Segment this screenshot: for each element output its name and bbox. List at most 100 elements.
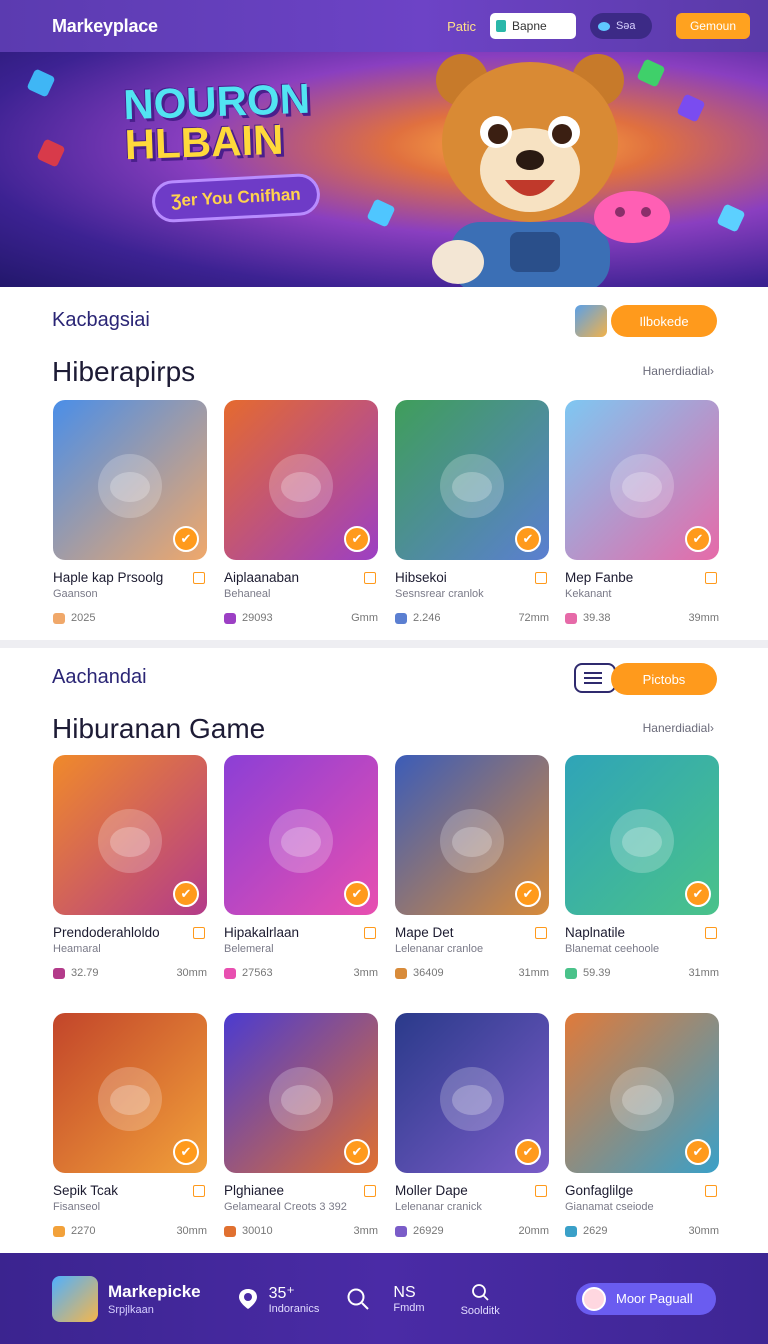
nav-item-text: Soolditk: [461, 1305, 500, 1317]
select-checkbox[interactable]: [364, 1184, 376, 1197]
heart-icon: [395, 1225, 407, 1237]
game-title[interactable]: Hibsekoi: [395, 570, 447, 585]
game-thumbnail[interactable]: ✔: [565, 400, 719, 560]
game-thumbnail[interactable]: ✔: [395, 1013, 549, 1173]
game-card[interactable]: ✔ Hibsekoi Sesnsrear cranlok 2.246 72mm: [395, 400, 549, 624]
game-card[interactable]: ✔ Plghianee Gelamearal Creots 3 392 3001…: [224, 1013, 378, 1237]
game-thumbnail[interactable]: ✔: [224, 755, 378, 915]
game-subtitle: Heamaral: [53, 943, 101, 955]
bottom-brand[interactable]: Markepicke Srpjlkaan: [108, 1282, 201, 1316]
game-title[interactable]: Mape Det: [395, 925, 454, 940]
game-thumbnail[interactable]: ✔: [565, 755, 719, 915]
nav-item-sooldi[interactable]: Soolditk: [461, 1281, 500, 1317]
decor-cube-icon: [366, 198, 396, 228]
game-title[interactable]: Prendoderahloldo: [53, 925, 160, 940]
select-checkbox[interactable]: [535, 571, 547, 584]
game-card[interactable]: ✔ Sepik Tcak Fisanseol 2270 30mm: [53, 1013, 207, 1237]
heart-icon: [565, 1225, 577, 1237]
brand-logo[interactable]: Markeyplace: [52, 16, 158, 37]
game-thumbnail[interactable]: ✔: [53, 755, 207, 915]
section1-action-button[interactable]: Ilbokede: [611, 305, 717, 337]
game-title[interactable]: Sepik Tcak: [53, 1183, 118, 1198]
select-checkbox[interactable]: [364, 926, 376, 939]
heart-icon: [53, 1225, 65, 1237]
select-checkbox[interactable]: [535, 1184, 547, 1197]
game-card[interactable]: ✔ Gonfaglilge Gianamat cseiode 2629 30mm: [565, 1013, 719, 1237]
game-subtitle: Kekanant: [565, 588, 612, 600]
card-title-row: Gonfaglilge: [565, 1183, 719, 1198]
game-title[interactable]: Plghianee: [224, 1183, 284, 1198]
profile-cta-label: Moor Paguall: [616, 1291, 693, 1306]
stat-value: 2.246: [413, 612, 441, 624]
header-action-button[interactable]: Gemoun: [675, 13, 750, 39]
section2-action-button[interactable]: Pictobs: [611, 663, 717, 695]
game-thumbnail[interactable]: ✔: [395, 755, 549, 915]
nav-item-search[interactable]: NS Fmdm: [347, 1283, 425, 1314]
wallet-pill[interactable]: Səa: [589, 13, 652, 39]
section1-thumbnail[interactable]: [575, 305, 607, 337]
select-checkbox[interactable]: [193, 926, 205, 939]
select-checkbox[interactable]: [705, 571, 717, 584]
select-checkbox[interactable]: [535, 926, 547, 939]
game-title[interactable]: Mep Fanbe: [565, 570, 633, 585]
game-thumbnail[interactable]: ✔: [53, 400, 207, 560]
card-title-row: Hibsekoi: [395, 570, 549, 585]
duration-value: 31mm: [688, 967, 719, 979]
game-card[interactable]: ✔ Moller Dape Lelenanar cranick 26929 20…: [395, 1013, 549, 1237]
nav-item-indoranics[interactable]: 35⁺ Indoranics: [237, 1283, 319, 1315]
character-illustration: [269, 809, 333, 874]
heart-icon: [395, 612, 407, 624]
game-card[interactable]: ✔ Mape Det Lelenanar cranloe 36409 31mm: [395, 755, 549, 979]
card-title-row: Moller Dape: [395, 1183, 549, 1198]
game-title[interactable]: Moller Dape: [395, 1183, 468, 1198]
list-view-button[interactable]: [574, 663, 616, 693]
character-illustration: [610, 454, 674, 519]
game-title[interactable]: Naplnatile: [565, 925, 625, 940]
stat-value: 29093: [242, 612, 273, 624]
game-thumbnail[interactable]: ✔: [224, 1013, 378, 1173]
game-thumbnail[interactable]: ✔: [224, 400, 378, 560]
bottom-nav: Markepicke Srpjlkaan 35⁺ Indoranics NS F…: [0, 1253, 768, 1344]
game-thumbnail[interactable]: ✔: [395, 400, 549, 560]
select-checkbox[interactable]: [193, 1184, 205, 1197]
hero-banner[interactable]: NOURON HLBAIN Ʒer You Cnifhan: [0, 52, 768, 287]
nav-item-top: NS: [393, 1283, 416, 1301]
select-checkbox[interactable]: [193, 571, 205, 584]
nav-item-bottom: Fmdm: [393, 1301, 425, 1314]
profile-cta-button[interactable]: Moor Paguall: [576, 1282, 716, 1315]
select-checkbox[interactable]: [705, 926, 717, 939]
character-illustration: [98, 454, 162, 519]
game-title[interactable]: Hipakalrlaan: [224, 925, 299, 940]
game-card[interactable]: ✔ Hipakalrlaan Belemeral 27563 3mm: [224, 755, 378, 979]
card-stat: 2025: [53, 612, 95, 624]
stat-value: 26929: [413, 1225, 444, 1237]
game-subtitle: Fisanseol: [53, 1201, 101, 1213]
game-thumbnail[interactable]: ✔: [565, 1013, 719, 1173]
search-icon: [347, 1288, 370, 1310]
duration-value: 3mm: [353, 967, 378, 979]
select-checkbox[interactable]: [364, 571, 376, 584]
game-card[interactable]: ✔ Naplnatile Blanemat ceehoole 59.39 31m…: [565, 755, 719, 979]
select-checkbox[interactable]: [705, 1184, 717, 1197]
card-stat: 29093: [224, 612, 273, 624]
game-title[interactable]: Aiplaanaban: [224, 570, 299, 585]
game-title[interactable]: Haple kap Prsoolg: [53, 570, 163, 585]
section2-see-all-link[interactable]: Hanerdiadial›: [643, 721, 714, 735]
game-subtitle: Lelenanar cranick: [395, 1201, 482, 1213]
game-thumbnail[interactable]: ✔: [53, 1013, 207, 1173]
character-illustration: [269, 454, 333, 519]
game-card[interactable]: ✔ Prendoderahloldo Heamaral 32.79 30mm: [53, 755, 207, 979]
character-illustration: [98, 1067, 162, 1132]
app-avatar[interactable]: [52, 1275, 98, 1322]
game-card[interactable]: ✔ Aiplaanaban Behaneal 29093 Gmm: [224, 400, 378, 624]
section1-see-all-link[interactable]: Hanerdiadial›: [643, 364, 714, 378]
game-card[interactable]: ✔ Haple kap Prsoolg Gaanson 2025: [53, 400, 207, 624]
search-input[interactable]: Bapne: [489, 13, 576, 39]
game-title[interactable]: Gonfaglilge: [565, 1183, 633, 1198]
character-illustration: [610, 809, 674, 874]
game-card[interactable]: ✔ Mep Fanbe Kekanant 39.38 39mm: [565, 400, 719, 624]
top-link[interactable]: Patic: [447, 19, 476, 34]
card-title-row: Naplnatile: [565, 925, 719, 940]
character-illustration: [269, 1067, 333, 1132]
bottom-brand-subtitle: Srpjlkaan: [108, 1303, 154, 1316]
